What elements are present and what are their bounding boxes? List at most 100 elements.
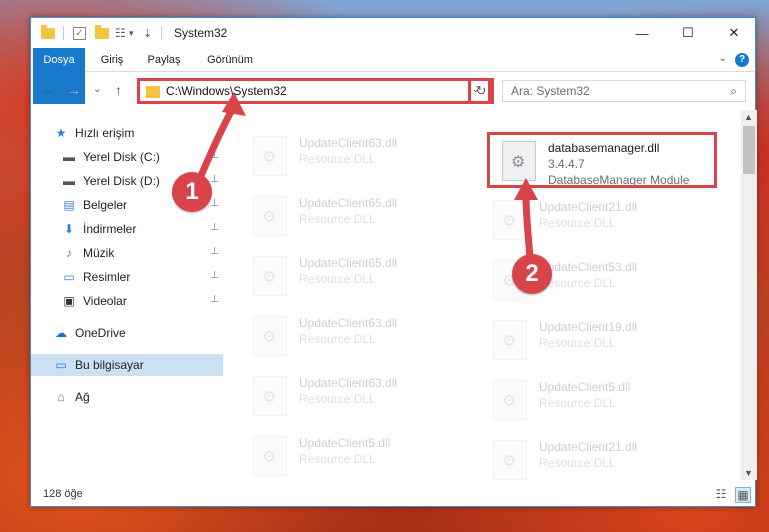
address-bar[interactable]: C:\Windows\System32 ⌄ xyxy=(137,78,491,104)
details-view-button[interactable]: ☷ xyxy=(713,487,729,503)
sidebar-item[interactable]: ⬇ İndirmeler ⊥ xyxy=(31,218,223,240)
search-icon[interactable]: ⌕ xyxy=(730,84,737,99)
file-name: UpdateClient53.dll xyxy=(539,260,638,274)
file-name: UpdateClient21.dll xyxy=(539,440,638,454)
file-description: Resource DLL xyxy=(299,212,376,226)
scroll-down-icon[interactable]: ▼ xyxy=(744,468,753,478)
tab-share[interactable]: Paylaş xyxy=(139,48,189,72)
properties-icon[interactable]: ✓ xyxy=(73,25,86,41)
sidebar-item-label: Resimler xyxy=(83,270,131,284)
navigation-bar: ← → ⌄ ↑ C:\Windows\System32 ⌄ ↻ Ara: Sys… xyxy=(31,74,755,108)
pictures-icon: ▭ xyxy=(63,270,75,284)
file-item[interactable]: UpdateClient21.dll Resource DLL xyxy=(481,194,711,250)
sidebar-item[interactable]: ♪ Müzik ⊥ xyxy=(31,242,223,264)
help-icon[interactable]: ? xyxy=(735,53,749,67)
pin-icon[interactable]: ⊥ xyxy=(210,246,219,257)
pin-icon[interactable]: ⊥ xyxy=(210,198,219,209)
file-name: UpdateClient63.dll xyxy=(299,376,398,390)
callout-2: 2 xyxy=(512,254,552,294)
view-options-icon[interactable]: ☷ xyxy=(115,25,126,41)
status-bar: 128 öğe ☷ ▦ xyxy=(31,484,755,506)
up-button[interactable]: ↑ xyxy=(115,82,122,98)
close-button[interactable]: ✕ xyxy=(711,18,757,48)
file-item-highlighted[interactable]: databasemanager.dll 3.4.4.7 DatabaseManage… xyxy=(487,132,717,188)
file-description: DatabaseManager Module xyxy=(548,173,690,187)
sidebar-item[interactable]: ▣ Videolar ⊥ xyxy=(31,290,223,312)
maximize-button[interactable]: ☐ xyxy=(665,18,711,48)
music-icon: ♪ xyxy=(66,246,72,260)
sidebar-item[interactable]: ▬ Yerel Disk (C:) ⊥ xyxy=(31,146,223,168)
dll-file-icon xyxy=(253,256,287,296)
sidebar-item[interactable]: ⌂ Ağ xyxy=(31,386,223,408)
file-item[interactable]: UpdateClient63.dll Resource DLL xyxy=(241,130,471,186)
file-item[interactable]: UpdateClient5.dll Resource DLL xyxy=(241,430,471,480)
pin-icon[interactable]: ⊥ xyxy=(210,174,219,185)
scroll-up-icon[interactable]: ▲ xyxy=(744,112,753,122)
sidebar-item[interactable]: ▭ Resimler ⊥ xyxy=(31,266,223,288)
recent-locations-button[interactable]: ⌄ xyxy=(93,84,101,95)
file-name: UpdateClient63.dll xyxy=(299,316,398,330)
ribbon-tabs: Dosya Giriş Paylaş Görünüm ⌄ ? xyxy=(31,48,755,104)
tab-home[interactable]: Giriş xyxy=(91,48,133,72)
videos-icon: ▣ xyxy=(63,294,75,308)
expand-ribbon-icon[interactable]: ⌄ xyxy=(719,53,727,64)
file-item[interactable]: UpdateClient65.dll Resource DLL xyxy=(241,190,471,246)
scroll-thumb[interactable] xyxy=(743,126,755,174)
forward-button[interactable]: → xyxy=(67,82,81,98)
sidebar-item-label: Videolar xyxy=(83,294,127,308)
dll-file-icon xyxy=(253,316,287,356)
pin-icon[interactable]: ⊥ xyxy=(210,222,219,233)
address-path[interactable]: C:\Windows\System32 xyxy=(166,84,287,98)
file-description: Resource DLL xyxy=(539,456,616,470)
sidebar-item-label: OneDrive xyxy=(75,326,126,340)
drive-icon: ▬ xyxy=(63,150,75,164)
address-folder-icon xyxy=(146,86,160,98)
vertical-scrollbar[interactable]: ▲ ▼ xyxy=(741,110,757,480)
pin-icon[interactable]: ⊥ xyxy=(210,294,219,305)
dll-file-icon xyxy=(253,436,287,476)
documents-icon: ▤ xyxy=(63,198,75,212)
dll-file-icon xyxy=(253,196,287,236)
pin-icon[interactable]: ⊥ xyxy=(210,270,219,281)
title-bar: ✓ ☷ ▾ ⇣ System32 — ☐ ✕ xyxy=(31,18,755,48)
file-description: Resource DLL xyxy=(539,336,616,350)
file-item[interactable]: UpdateClient19.dll Resource DLL xyxy=(481,314,711,370)
sidebar-item[interactable]: ☁ OneDrive xyxy=(31,322,223,344)
file-description: Resource DLL xyxy=(539,216,616,230)
back-button[interactable]: ← xyxy=(41,82,55,98)
star-icon: ★ xyxy=(55,126,67,140)
dll-file-icon xyxy=(493,200,527,240)
sidebar-item-label: Yerel Disk (D:) xyxy=(83,174,160,188)
dll-file-icon xyxy=(493,320,527,360)
title-separator xyxy=(161,25,162,41)
qa-toolbar-dropdown-icon[interactable]: ⇣ xyxy=(143,25,152,41)
file-name: UpdateClient19.dll xyxy=(539,320,638,334)
dll-file-icon xyxy=(493,380,527,420)
quick-access-folder-icon[interactable] xyxy=(41,24,55,41)
search-input[interactable]: Ara: System32 xyxy=(511,84,590,98)
file-item[interactable]: UpdateClient63.dll Resource DLL xyxy=(241,370,471,426)
file-item[interactable]: UpdateClient63.dll Resource DLL xyxy=(241,310,471,366)
qa-customize-dropdown[interactable]: ▾ xyxy=(129,25,134,41)
search-box[interactable]: Ara: System32 ⌕ xyxy=(502,80,746,102)
cloud-icon: ☁ xyxy=(55,326,67,340)
file-item[interactable]: UpdateClient5.dll Resource DLL xyxy=(481,374,711,430)
file-item[interactable]: UpdateClient21.dll Resource DLL xyxy=(481,434,711,480)
tiles-view-button[interactable]: ▦ xyxy=(735,487,751,503)
tab-view[interactable]: Görünüm xyxy=(197,48,263,72)
minimize-button[interactable]: — xyxy=(619,18,665,48)
refresh-button[interactable]: ↻ xyxy=(468,78,494,104)
sidebar-item[interactable]: ▭ Bu bilgisayar xyxy=(31,354,223,376)
file-list: UpdateClient63.dllResource DLLUpdateClie… xyxy=(229,110,741,480)
sidebar-item-label: İndirmeler xyxy=(83,222,137,236)
pin-icon[interactable]: ⊥ xyxy=(210,150,219,161)
sidebar-item[interactable]: ★ Hızlı erişim xyxy=(31,122,223,144)
sidebar-item-label: Belgeler xyxy=(83,198,128,212)
file-item[interactable]: UpdateClient65.dll Resource DLL xyxy=(241,250,471,306)
explorer-window: ✓ ☷ ▾ ⇣ System32 — ☐ ✕ Dosya Giriş Payla… xyxy=(30,17,757,507)
download-icon: ⬇ xyxy=(63,222,75,236)
network-icon: ⌂ xyxy=(57,390,65,404)
file-description: Resource DLL xyxy=(299,392,376,406)
file-description: Resource DLL xyxy=(539,396,616,410)
new-folder-icon[interactable] xyxy=(95,24,109,41)
